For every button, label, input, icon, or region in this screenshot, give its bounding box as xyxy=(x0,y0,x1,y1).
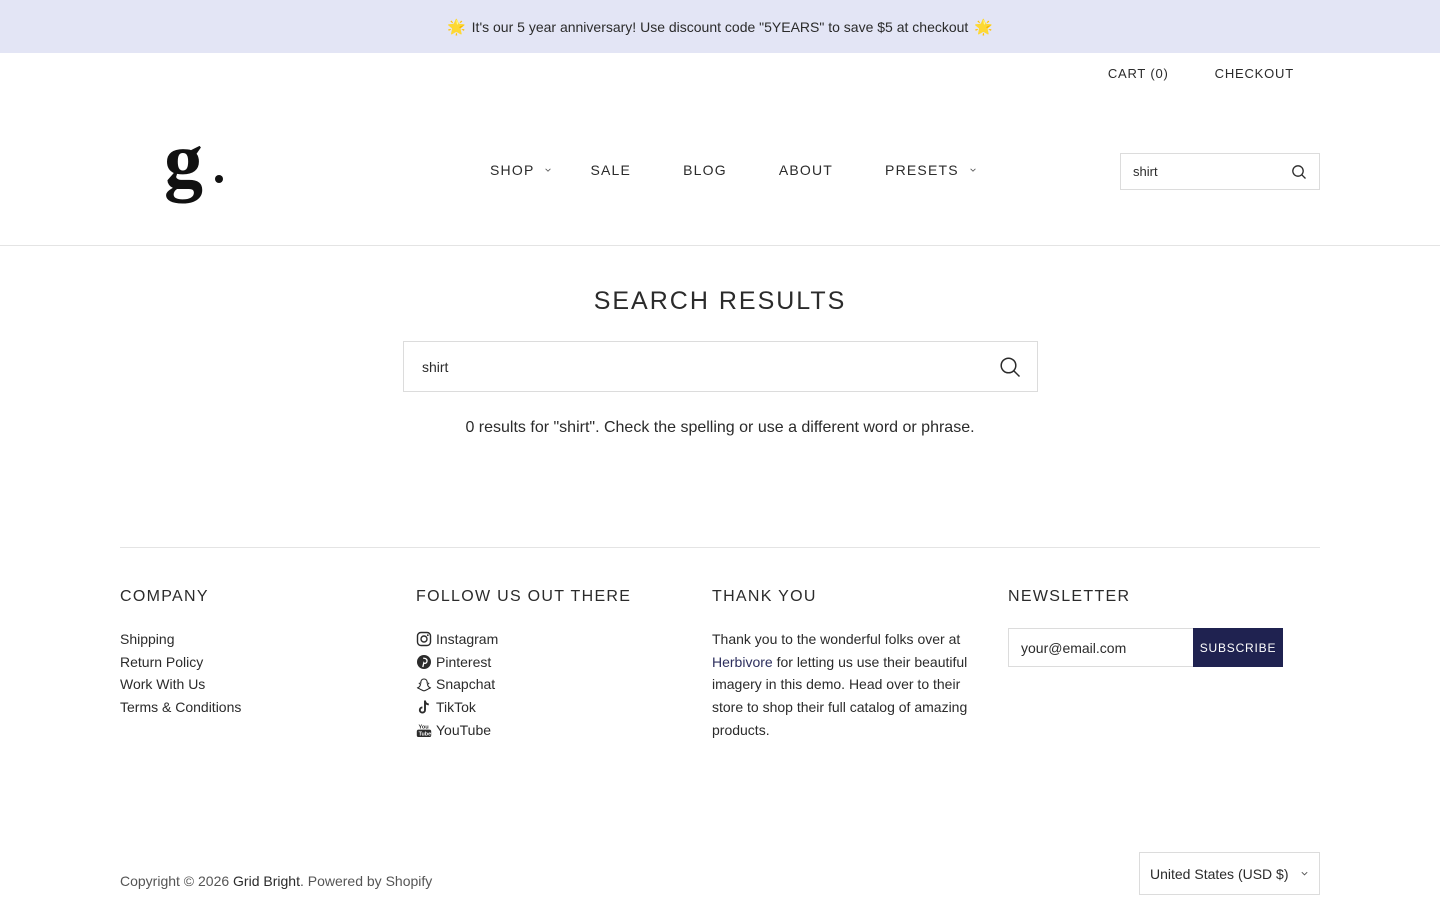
nav-label: SHOP xyxy=(490,162,535,178)
search-icon[interactable] xyxy=(1291,164,1307,180)
star-icon: 🌟 xyxy=(446,18,466,36)
footer-social: FOLLOW US OUT THERE Instagram Pinterest … xyxy=(416,588,631,742)
search-result-message: 0 results for "shirt". Check the spellin… xyxy=(465,419,975,436)
footer-link-shipping[interactable]: Shipping xyxy=(120,628,241,651)
nav-item-sale[interactable]: SALE xyxy=(590,162,631,178)
tiktok-icon xyxy=(418,700,429,714)
star-icon: 🌟 xyxy=(974,18,994,36)
social-link-pinterest[interactable]: Pinterest xyxy=(416,651,631,674)
header-search xyxy=(1120,153,1320,190)
main-navigation: SHOP SALE BLOG ABOUT PRESETS xyxy=(490,162,977,178)
footer-heading: THANK YOU xyxy=(712,588,817,605)
nav-item-presets[interactable]: PRESETS xyxy=(885,162,977,178)
search-input[interactable] xyxy=(422,358,982,375)
footer-link-return-policy[interactable]: Return Policy xyxy=(120,651,241,674)
footer-link-work-with-us[interactable]: Work With Us xyxy=(120,673,241,696)
header-search-input[interactable] xyxy=(1133,164,1283,179)
powered-by-link[interactable]: . Powered by Shopify xyxy=(300,873,432,889)
social-link-snapchat[interactable]: Snapchat xyxy=(416,673,631,696)
footer-company: COMPANY Shipping Return Policy Work With… xyxy=(120,588,241,719)
cart-link[interactable]: CART (0) xyxy=(1108,66,1169,81)
checkout-link[interactable]: CHECKOUT xyxy=(1215,66,1294,81)
footer-heading: NEWSLETTER xyxy=(1008,588,1131,605)
search-icon[interactable] xyxy=(999,356,1021,378)
instagram-icon xyxy=(416,632,432,647)
subscribe-button[interactable]: SUBSCRIBE xyxy=(1193,628,1283,667)
footer-heading: FOLLOW US OUT THERE xyxy=(416,588,632,605)
newsletter-form: SUBSCRIBE xyxy=(1008,628,1283,667)
snapchat-icon xyxy=(416,678,432,692)
footer-heading: COMPANY xyxy=(120,588,209,605)
account-links: CART (0) CHECKOUT xyxy=(1108,66,1294,81)
nav-label: PRESETS xyxy=(885,162,959,178)
footer-thanks: THANK YOU Thank you to the wonderful fol… xyxy=(712,588,982,742)
nav-item-shop[interactable]: SHOP xyxy=(490,162,552,178)
store-logo[interactable]: g xyxy=(162,116,232,212)
social-link-instagram[interactable]: Instagram xyxy=(416,628,631,651)
thanks-text: Thank you to the wonderful folks over at… xyxy=(712,631,968,738)
nav-label: BLOG xyxy=(683,162,727,178)
nav-label: SALE xyxy=(590,162,632,178)
footer-link-terms[interactable]: Terms & Conditions xyxy=(120,696,241,719)
chevron-down-icon xyxy=(1301,871,1308,876)
footer-divider xyxy=(120,547,1320,548)
svg-text:You: You xyxy=(419,725,430,731)
search-form xyxy=(403,341,1038,392)
svg-text:Tube: Tube xyxy=(419,731,431,737)
nav-item-about[interactable]: ABOUT xyxy=(779,162,833,178)
social-link-tiktok[interactable]: TikTok xyxy=(416,696,631,719)
chevron-down-icon xyxy=(970,168,976,172)
pinterest-icon xyxy=(417,655,431,670)
email-field[interactable] xyxy=(1008,628,1193,667)
nav-label: ABOUT xyxy=(778,162,834,178)
page-title: SEARCH RESULTS xyxy=(593,287,847,315)
copyright: Copyright © 2026 Grid Bright. Powered by… xyxy=(120,873,433,889)
announcement-text: It's our 5 year anniversary! Use discoun… xyxy=(471,18,969,35)
footer-newsletter: NEWSLETTER SUBSCRIBE xyxy=(1008,588,1283,667)
social-link-youtube[interactable]: You Tube YouTube xyxy=(416,719,631,742)
store-name-link[interactable]: Grid Bright xyxy=(233,873,300,889)
youtube-icon: You Tube xyxy=(416,725,432,737)
chevron-down-icon xyxy=(545,168,552,172)
nav-item-blog[interactable]: BLOG xyxy=(683,162,727,178)
currency-selector[interactable]: United States (USD $) xyxy=(1139,852,1320,895)
announcement-bar: 🌟 It's our 5 year anniversary! Use disco… xyxy=(0,0,1440,53)
header-divider xyxy=(0,245,1440,246)
currency-label: United States (USD $) xyxy=(1150,865,1289,882)
svg-text:g: g xyxy=(164,122,203,203)
herbivore-link[interactable]: Herbivore xyxy=(712,654,773,670)
